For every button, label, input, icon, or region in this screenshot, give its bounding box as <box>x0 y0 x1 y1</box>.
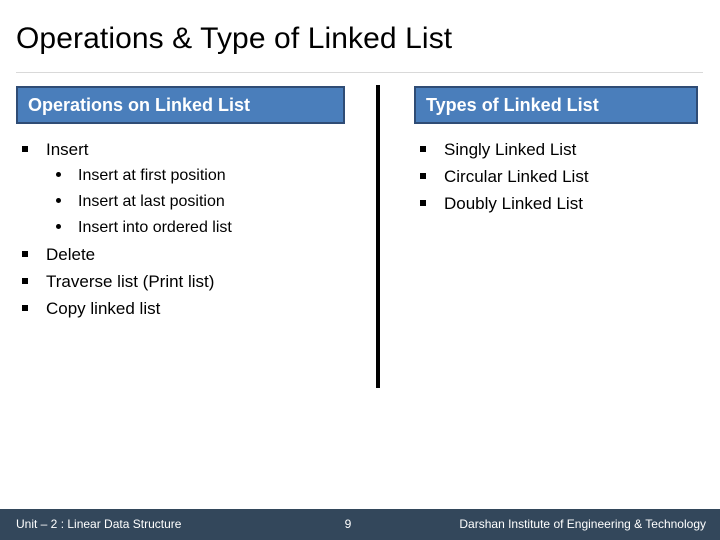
list-item-label: Insert <box>46 140 89 159</box>
square-bullet-icon <box>22 268 36 295</box>
list-item: Circular Linked List <box>414 163 704 190</box>
sub-list-item-label: Insert into ordered list <box>78 219 232 236</box>
column-divider-line <box>376 85 380 388</box>
square-bullet-icon <box>420 163 434 190</box>
list-item-label: Delete <box>46 245 96 264</box>
list-item-label: Doubly Linked List <box>444 194 583 213</box>
footer-unit-label: Unit – 2 : Linear Data Structure <box>16 517 182 531</box>
right-column-header: Types of Linked List <box>414 86 698 124</box>
sub-list-item-label: Insert at last position <box>78 193 225 210</box>
round-bullet-icon <box>56 215 70 241</box>
square-bullet-icon <box>22 241 36 268</box>
sub-list-item: Insert at last position <box>16 189 361 215</box>
left-column-header: Operations on Linked List <box>16 86 345 124</box>
list-item: Copy linked list <box>16 295 361 322</box>
sub-list-item-label: Insert at first position <box>78 167 226 184</box>
round-bullet-icon <box>56 189 70 215</box>
list-item-label: Copy linked list <box>46 299 161 318</box>
footer-institute-label: Darshan Institute of Engineering & Techn… <box>459 517 706 531</box>
list-item: Doubly Linked List <box>414 190 704 217</box>
list-item-label: Singly Linked List <box>444 140 577 159</box>
square-bullet-icon <box>22 136 36 163</box>
list-item-label: Circular Linked List <box>444 167 589 186</box>
sub-list-item: Insert into ordered list <box>16 215 361 241</box>
list-item: Traverse list (Print list) <box>16 268 361 295</box>
title-divider-rule <box>16 72 703 73</box>
slide: Operations & Type of Linked List Operati… <box>0 0 720 540</box>
left-bullet-list: Insert Insert at first position Insert at … <box>16 136 361 322</box>
right-bullet-list: Singly Linked List Circular Linked List Do… <box>414 136 704 217</box>
list-item: Insert <box>16 136 361 163</box>
sub-bullet-list: Insert at first position Insert at last p… <box>16 163 361 241</box>
sub-list-item: Insert at first position <box>16 163 361 189</box>
square-bullet-icon <box>420 190 434 217</box>
square-bullet-icon <box>22 295 36 322</box>
page-title: Operations & Type of Linked List <box>16 22 453 55</box>
round-bullet-icon <box>56 163 70 189</box>
list-item-label: Traverse list (Print list) <box>46 272 215 291</box>
list-item: Delete <box>16 241 361 268</box>
footer-page-number: 9 <box>344 517 352 531</box>
list-item: Singly Linked List <box>414 136 704 163</box>
square-bullet-icon <box>420 136 434 163</box>
